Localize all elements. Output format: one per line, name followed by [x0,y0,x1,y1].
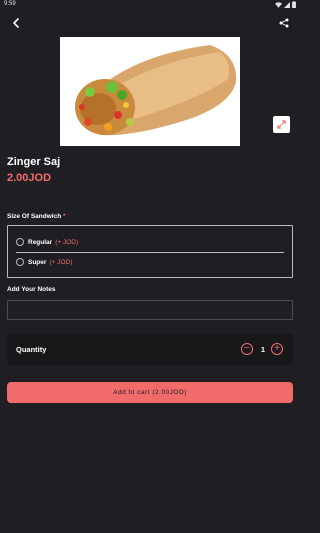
back-button[interactable] [8,16,24,32]
size-section-title: Size Of Sandwich [7,213,62,220]
product-image [60,37,240,146]
signal-icon [284,1,290,10]
divider [16,252,284,253]
plus-icon: + [274,343,280,354]
radio-button[interactable] [16,258,24,266]
option-label: Super [28,258,47,266]
expand-image-button[interactable] [273,116,290,133]
required-mark: * [63,213,66,220]
back-arrow-icon [12,15,20,33]
product-name: Zinger Saj [7,156,61,168]
option-label: Regular [28,238,53,246]
app-bar [0,12,300,34]
increase-quantity-button[interactable]: + [271,343,283,355]
status-time: 9:59 [4,1,16,7]
option-price: (+ JOD) [49,258,73,266]
expand-icon [277,116,286,134]
status-icons [275,1,296,10]
minus-icon: − [244,343,250,354]
size-options-box: Regular (+ JOD) Super (+ JOD) [7,225,293,278]
share-icon [279,15,289,33]
decrease-quantity-button[interactable]: − [241,343,253,355]
quantity-value: 1 [260,345,266,354]
size-option-super[interactable]: Super (+ JOD) [16,256,72,268]
notes-input[interactable] [7,300,293,320]
status-bar: 9:59 [0,0,300,10]
quantity-panel: Quantity − 1 + [7,334,293,365]
battery-icon [292,1,296,10]
quantity-label: Quantity [16,345,47,354]
notes-label: Add Your Notes [7,286,56,293]
option-price: (+ JOD) [55,238,79,246]
wifi-icon [275,1,282,10]
product-price: 2.00JOD [7,172,52,184]
radio-button[interactable] [16,238,24,246]
add-to-cart-button[interactable]: Add to cart (2.00JOD) [7,382,293,403]
size-option-regular[interactable]: Regular (+ JOD) [16,236,78,248]
size-section-label: Size Of Sandwich * [7,213,66,220]
share-button[interactable] [276,16,292,32]
